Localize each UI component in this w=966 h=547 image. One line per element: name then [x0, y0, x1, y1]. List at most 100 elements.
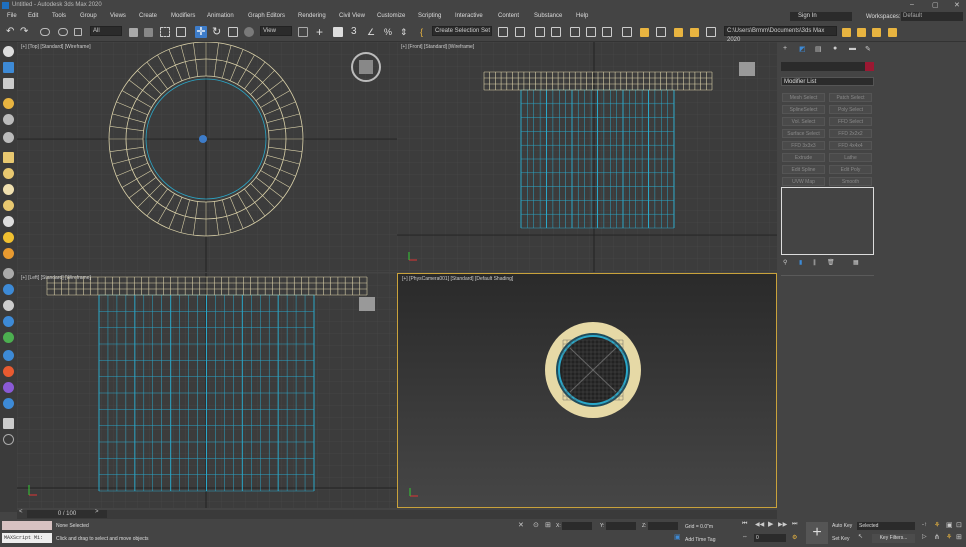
- ffd-3x3x3-button[interactable]: FFD 3x3x3: [782, 141, 825, 150]
- menu-file[interactable]: File: [7, 13, 17, 19]
- undo-icon[interactable]: ↶: [6, 26, 18, 38]
- time-config-icon[interactable]: ⚙: [792, 534, 797, 541]
- pivot-center-icon[interactable]: [298, 27, 308, 37]
- scripts-folder-icon[interactable]: [888, 28, 897, 37]
- scene-explorer-icon[interactable]: [535, 27, 545, 37]
- selection-filter-dropdown[interactable]: All: [90, 26, 122, 36]
- spline-select-button[interactable]: SplineSelect: [782, 105, 825, 114]
- modifier-list-dropdown[interactable]: Modifier List: [781, 77, 874, 86]
- active-create-icon[interactable]: [3, 62, 14, 73]
- blue-tool-icon[interactable]: [3, 284, 14, 295]
- previous-key-icon[interactable]: ◀◀: [755, 521, 764, 528]
- hierarchy-tab-icon[interactable]: ▤: [815, 45, 822, 53]
- key-filters-button[interactable]: Key Filters...: [872, 534, 915, 543]
- key-selection-dropdown[interactable]: Selected: [857, 522, 915, 530]
- menu-content[interactable]: Content: [498, 13, 519, 19]
- create-icon[interactable]: [3, 46, 14, 57]
- schematic-view-icon[interactable]: [602, 27, 612, 37]
- light-icon[interactable]: [3, 98, 14, 109]
- lock-selection-icon[interactable]: ⊙: [533, 521, 539, 529]
- select-by-name-icon[interactable]: [144, 28, 153, 37]
- percent-snap-icon[interactable]: %: [384, 26, 396, 38]
- close-icon[interactable]: ✕: [954, 1, 960, 9]
- mesh-select-button[interactable]: Mesh Select: [782, 93, 825, 102]
- render-production-icon[interactable]: [674, 28, 683, 37]
- rect-selection-icon[interactable]: [160, 27, 170, 37]
- display-tab-icon[interactable]: ▬: [849, 45, 856, 52]
- maxscript-listener[interactable]: [2, 521, 52, 530]
- motion-tab-icon[interactable]: ●: [833, 45, 837, 52]
- layer-explorer-icon[interactable]: [551, 27, 561, 37]
- menu-tools[interactable]: Tools: [52, 13, 66, 19]
- menu-edit[interactable]: Edit: [28, 13, 38, 19]
- ffd-4x4x4-button[interactable]: FFD 4x4x4: [829, 141, 872, 150]
- link-icon[interactable]: [40, 28, 50, 36]
- edit-poly-button[interactable]: Edit Poly: [829, 165, 872, 174]
- absolute-mode-icon[interactable]: ⊞: [545, 521, 551, 529]
- go-to-end-icon[interactable]: ⏭: [792, 521, 797, 528]
- render-setup-icon[interactable]: [640, 28, 649, 37]
- biped-icon[interactable]: [3, 300, 14, 311]
- modify-tab-icon[interactable]: ◩: [799, 45, 806, 53]
- project-path-dropdown[interactable]: C:\Users\Brmm\Documents\3ds Max 2020: [724, 26, 837, 43]
- y-coordinate-field[interactable]: [606, 522, 636, 530]
- menu-substance[interactable]: Substance: [534, 13, 562, 19]
- toggle-ribbon-icon[interactable]: [570, 27, 580, 37]
- lathe-button[interactable]: Lathe: [829, 153, 872, 162]
- bind-space-warp-icon[interactable]: [74, 28, 82, 36]
- open-folder-icon[interactable]: [857, 28, 866, 37]
- move-tool-icon[interactable]: ✛: [195, 26, 207, 38]
- add-time-tag-button[interactable]: Add Time Tag: [685, 537, 715, 543]
- object-color-swatch[interactable]: [865, 62, 874, 71]
- wind-icon[interactable]: [3, 268, 14, 279]
- smooth-button[interactable]: Smooth: [829, 177, 872, 186]
- edit-spline-button[interactable]: Edit Spline: [782, 165, 825, 174]
- configure-sets-icon[interactable]: ▦: [853, 259, 859, 266]
- layers-icon[interactable]: [3, 418, 14, 429]
- align-icon[interactable]: [515, 27, 525, 37]
- menu-group[interactable]: Group: [80, 13, 97, 19]
- globe-icon[interactable]: [3, 316, 14, 327]
- maximize-viewport-icon[interactable]: ⊞: [956, 533, 962, 541]
- helper-icon[interactable]: [3, 132, 14, 143]
- viewport-camera[interactable]: [+] [PhysCamera001] [Standard] [Default …: [397, 273, 777, 508]
- current-frame-field[interactable]: 0: [754, 534, 786, 542]
- zoom-icon[interactable]: -↑: [922, 522, 927, 528]
- set-key-button[interactable]: Set Key: [832, 536, 850, 542]
- surface-select-button[interactable]: Surface Select: [782, 129, 825, 138]
- ffd-select-button[interactable]: FFD Select: [829, 117, 872, 126]
- uvw-map-button[interactable]: UVW Map: [782, 177, 825, 186]
- modifier-stack[interactable]: [781, 187, 874, 255]
- place-icon[interactable]: [244, 27, 254, 37]
- utilities-tab-icon[interactable]: ✎: [865, 45, 871, 53]
- scale-tool-icon[interactable]: [228, 27, 238, 37]
- x-coordinate-field[interactable]: [562, 522, 592, 530]
- particles-icon[interactable]: [3, 366, 14, 377]
- minimize-icon[interactable]: –: [910, 1, 914, 8]
- maxscript-mini-input[interactable]: MAXScript Mi:: [2, 533, 52, 543]
- keyboard-shortcut-icon[interactable]: [333, 27, 343, 37]
- menu-animation[interactable]: Animation: [207, 13, 234, 19]
- camera-icon[interactable]: [3, 114, 14, 125]
- menu-customize[interactable]: Customize: [377, 13, 405, 19]
- remove-modifier-icon[interactable]: 🗑: [827, 259, 835, 266]
- sign-in-dropdown[interactable]: Sign In: [790, 12, 852, 21]
- snaps-toggle-icon[interactable]: 3: [351, 26, 363, 38]
- next-frame-icon[interactable]: >: [95, 509, 99, 515]
- save-folder-icon[interactable]: [872, 28, 881, 37]
- select-object-icon[interactable]: [129, 28, 138, 37]
- menu-views[interactable]: Views: [110, 13, 126, 19]
- redo-icon[interactable]: ↷: [20, 26, 32, 38]
- cap-front[interactable]: [483, 71, 713, 91]
- zoom-region-icon[interactable]: ⊡: [956, 521, 962, 529]
- help-icon[interactable]: [3, 434, 14, 445]
- orbit-icon[interactable]: ⋔: [934, 533, 940, 541]
- box-icon[interactable]: [3, 152, 14, 163]
- menu-create[interactable]: Create: [139, 13, 157, 19]
- shaded-ring-object[interactable]: [545, 322, 641, 418]
- pin-stack-icon[interactable]: ⚲: [783, 259, 787, 266]
- menu-rendering[interactable]: Rendering: [298, 13, 326, 19]
- pan-icon[interactable]: ▷: [922, 533, 927, 540]
- prev-frame-icon[interactable]: <: [19, 509, 23, 515]
- viewport-left-label[interactable]: [+] [Left] [Standard] [Wireframe]: [21, 275, 91, 281]
